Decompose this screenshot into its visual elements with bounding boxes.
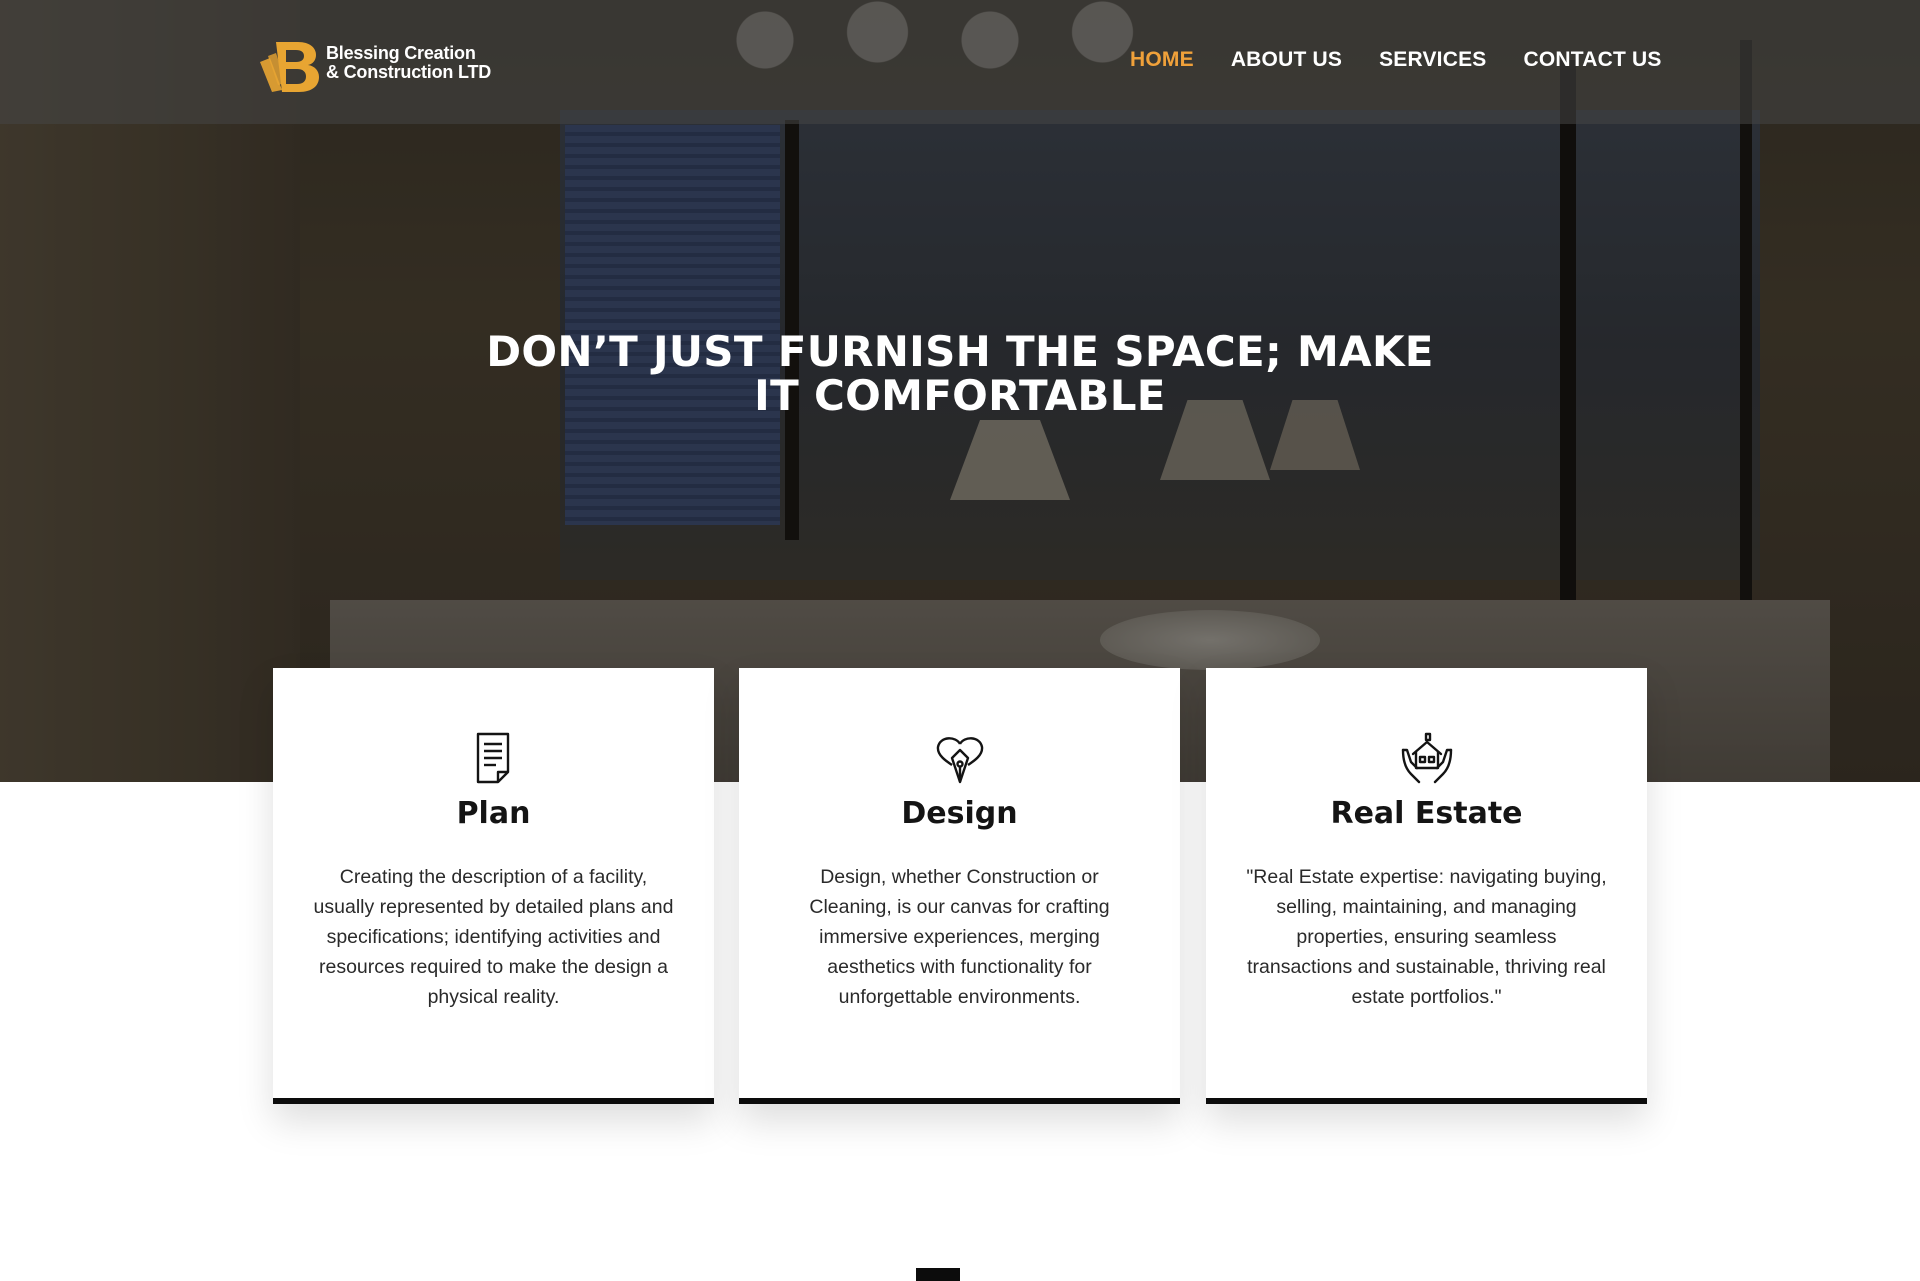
logo-mark-icon <box>260 42 319 92</box>
card-title: Design <box>901 796 1018 831</box>
nav-home[interactable]: HOME <box>1130 48 1194 72</box>
main-nav: HOME ABOUT US SERVICES CONTACT US <box>1130 48 1662 72</box>
card-description: Design, whether Construction or Cleaning… <box>809 866 1110 1008</box>
document-icon <box>476 732 509 784</box>
section-divider-mark <box>916 1268 960 1281</box>
nav-services[interactable]: SERVICES <box>1379 48 1486 72</box>
card-title: Plan <box>456 796 531 831</box>
site-header: Blessing Creation & Construction LTD HOM… <box>0 0 1920 124</box>
nav-contact-us[interactable]: CONTACT US <box>1524 48 1662 72</box>
card-description: "Real Estate expertise: navigating buyin… <box>1246 866 1607 1008</box>
service-card-design: Design Design, whether Construction or C… <box>739 668 1180 1104</box>
hero-headline: DON’T JUST FURNISH THE SPACE; MAKE IT CO… <box>486 327 1434 420</box>
service-card-plan: Plan Creating the description of a facil… <box>273 668 714 1104</box>
site-logo[interactable]: Blessing Creation & Construction LTD <box>258 32 498 94</box>
card-title: Real Estate <box>1330 796 1523 831</box>
logo-line-2: & Construction LTD <box>326 62 492 82</box>
service-card-real-estate: Real Estate "Real Estate expertise: navi… <box>1206 668 1647 1104</box>
heart-pen-icon <box>936 737 983 784</box>
house-hands-icon <box>1401 732 1452 784</box>
logo-text: Blessing Creation & Construction LTD <box>326 44 491 82</box>
nav-about-us[interactable]: ABOUT US <box>1231 48 1342 72</box>
logo-line-1: Blessing Creation <box>326 43 476 64</box>
card-description: Creating the description of a facility, … <box>313 866 674 1008</box>
